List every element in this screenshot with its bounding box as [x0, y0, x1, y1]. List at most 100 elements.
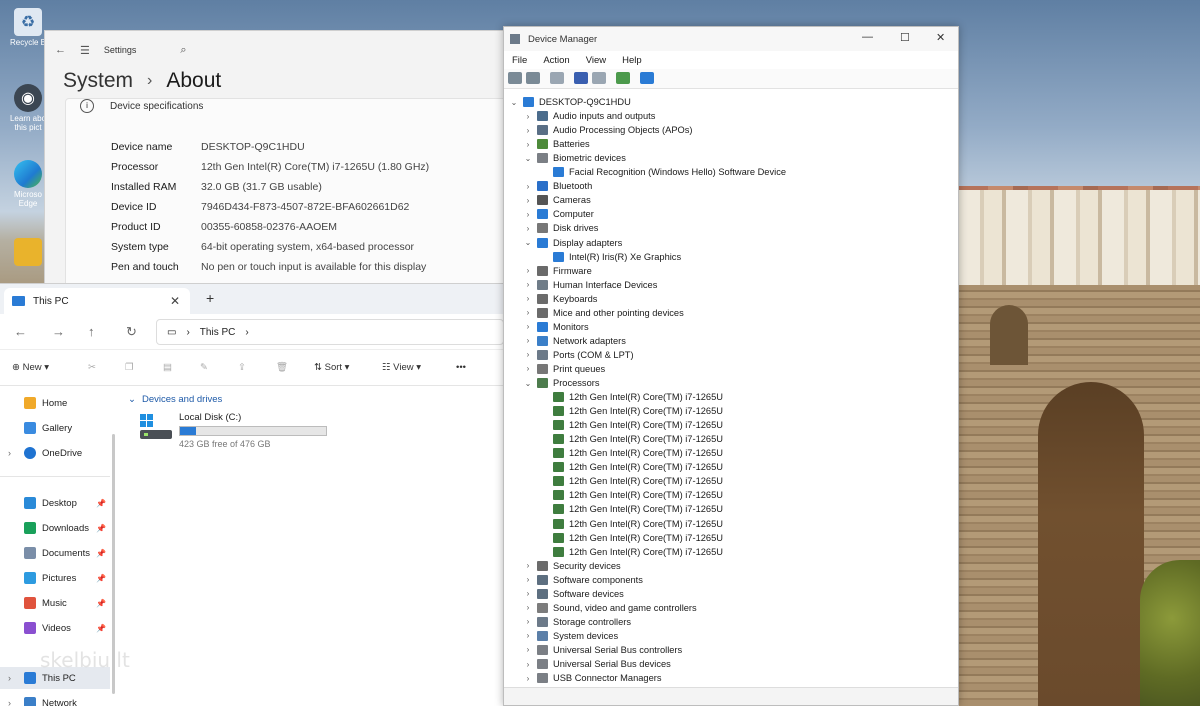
- tree-category[interactable]: › USB Connector Managers: [524, 671, 662, 685]
- chevron-right-icon[interactable]: ›: [524, 561, 532, 570]
- tree-category[interactable]: › Universal Serial Bus devices: [524, 657, 671, 671]
- chevron-right-icon[interactable]: ›: [524, 645, 532, 654]
- tab-this-pc[interactable]: This PC ✕: [4, 288, 190, 314]
- chevron-right-icon[interactable]: ›: [524, 336, 532, 345]
- chevron-right-icon[interactable]: ›: [524, 182, 532, 191]
- nav-item-desktop[interactable]: Desktop 📌: [0, 492, 110, 514]
- tree-category[interactable]: › Monitors: [524, 320, 589, 334]
- breadcrumb-parent[interactable]: System: [63, 69, 133, 93]
- chevron-right-icon[interactable]: ›: [8, 673, 11, 683]
- tree-category[interactable]: › Audio inputs and outputs: [524, 109, 655, 123]
- pin-icon[interactable]: 📌: [96, 524, 106, 533]
- tree-device[interactable]: 12th Gen Intel(R) Core(TM) i7-1265U: [540, 418, 723, 432]
- tree-device[interactable]: 12th Gen Intel(R) Core(TM) i7-1265U: [540, 446, 723, 460]
- tree-device[interactable]: 12th Gen Intel(R) Core(TM) i7-1265U: [540, 502, 723, 516]
- tree-root[interactable]: ⌄ DESKTOP-Q9C1HDU: [510, 95, 631, 109]
- menu-help[interactable]: Help: [614, 55, 650, 66]
- chevron-right-icon[interactable]: ›: [524, 575, 532, 584]
- delete-icon[interactable]: 🗑: [276, 362, 288, 373]
- tree-category[interactable]: › Human Interface Devices: [524, 278, 657, 292]
- address-bar[interactable]: ▭ › This PC ›: [156, 319, 504, 345]
- tree-category[interactable]: › Computer: [524, 207, 594, 221]
- minimize-icon[interactable]: —: [862, 31, 873, 43]
- tree-device[interactable]: 12th Gen Intel(R) Core(TM) i7-1265U: [540, 390, 723, 404]
- up-arrow-icon[interactable]: ↑: [88, 324, 95, 339]
- tree-device[interactable]: Intel(R) Iris(R) Xe Graphics: [540, 250, 681, 264]
- tree-category[interactable]: › Disk drives: [524, 221, 598, 235]
- chevron-right-icon[interactable]: ›: [524, 603, 532, 612]
- tree-device[interactable]: 12th Gen Intel(R) Core(TM) i7-1265U: [540, 517, 723, 531]
- chevron-right-icon[interactable]: ›: [524, 126, 532, 135]
- chevron-right-icon[interactable]: ›: [524, 196, 532, 205]
- scan-hardware-icon[interactable]: [616, 72, 630, 84]
- chevron-right-icon[interactable]: ›: [8, 698, 11, 706]
- nav-item-home[interactable]: Home: [0, 392, 110, 414]
- back-arrow-icon[interactable]: ←: [14, 324, 27, 339]
- chevron-down-icon[interactable]: ⌄: [524, 238, 532, 247]
- search-icon[interactable]: ⌕: [180, 44, 186, 57]
- tree-category[interactable]: › Storage controllers: [524, 615, 631, 629]
- tree-category[interactable]: › Software components: [524, 573, 643, 587]
- paste-icon[interactable]: ▤: [163, 362, 172, 373]
- chevron-down-icon[interactable]: ⌄: [524, 379, 532, 388]
- chevron-right-icon[interactable]: ›: [524, 589, 532, 598]
- menu-action[interactable]: Action: [535, 55, 577, 66]
- chevron-right-icon[interactable]: ›: [524, 617, 532, 626]
- chevron-right-icon[interactable]: ›: [524, 364, 532, 373]
- copy-icon[interactable]: ❐: [125, 362, 134, 373]
- pin-icon[interactable]: 📌: [96, 499, 106, 508]
- new-tab-icon[interactable]: +: [206, 290, 214, 306]
- tree-category[interactable]: › Batteries: [524, 137, 590, 151]
- tree-device[interactable]: 12th Gen Intel(R) Core(TM) i7-1265U: [540, 432, 723, 446]
- close-icon[interactable]: ✕: [936, 31, 945, 44]
- chevron-right-icon[interactable]: ›: [524, 322, 532, 331]
- nav-item-music[interactable]: Music 📌: [0, 592, 110, 614]
- nav-item-network[interactable]: › Network: [0, 692, 110, 706]
- sort-button[interactable]: ⇅ Sort ▾: [314, 362, 349, 373]
- tree-category[interactable]: › Print queues: [524, 362, 605, 376]
- nav-item-pictures[interactable]: Pictures 📌: [0, 567, 110, 589]
- menu-view[interactable]: View: [578, 55, 614, 66]
- nav-item-gallery[interactable]: Gallery: [0, 417, 110, 439]
- tree-category[interactable]: › System devices: [524, 629, 618, 643]
- tree-category[interactable]: ⌄ Display adapters: [524, 236, 622, 250]
- tree-category[interactable]: › Network adapters: [524, 334, 626, 348]
- tree-category[interactable]: › Firmware: [524, 264, 592, 278]
- cut-icon[interactable]: ✂: [88, 362, 96, 373]
- new-button[interactable]: ⊕ New ▾: [12, 362, 49, 373]
- chevron-right-icon[interactable]: ›: [524, 631, 532, 640]
- chevron-right-icon[interactable]: ›: [524, 140, 532, 149]
- back-arrow-icon[interactable]: ←: [55, 44, 66, 56]
- tree-category[interactable]: › Security devices: [524, 559, 621, 573]
- chevron-right-icon[interactable]: ›: [524, 112, 532, 121]
- nav-item-onedrive[interactable]: › OneDrive: [0, 442, 110, 464]
- tree-device[interactable]: 12th Gen Intel(R) Core(TM) i7-1265U: [540, 474, 723, 488]
- chevron-right-icon[interactable]: ›: [524, 210, 532, 219]
- tree-category[interactable]: › Cameras: [524, 193, 591, 207]
- hamburger-menu-icon[interactable]: ☰: [80, 44, 90, 57]
- back-arrow-icon[interactable]: [508, 72, 522, 84]
- chevron-right-icon[interactable]: ›: [524, 294, 532, 303]
- view-button[interactable]: ☷ View ▾: [382, 362, 421, 373]
- tree-device[interactable]: 12th Gen Intel(R) Core(TM) i7-1265U: [540, 404, 723, 418]
- tree-device[interactable]: 12th Gen Intel(R) Core(TM) i7-1265U: [540, 531, 723, 545]
- monitor-icon[interactable]: [640, 72, 654, 84]
- help-icon[interactable]: [574, 72, 588, 84]
- maximize-icon[interactable]: ☐: [900, 31, 910, 44]
- nav-item-videos[interactable]: Videos 📌: [0, 617, 110, 639]
- tree-device[interactable]: 12th Gen Intel(R) Core(TM) i7-1265U: [540, 488, 723, 502]
- tree-category[interactable]: ⌄ Processors: [524, 376, 600, 390]
- pin-icon[interactable]: 📌: [96, 574, 106, 583]
- chevron-down-icon[interactable]: ⌄: [524, 154, 532, 163]
- tree-category[interactable]: › Keyboards: [524, 292, 597, 306]
- drive-c[interactable]: [138, 412, 174, 442]
- properties-icon[interactable]: [550, 72, 564, 84]
- share-icon[interactable]: ⇪: [238, 362, 246, 373]
- tree-category[interactable]: › Ports (COM & LPT): [524, 348, 634, 362]
- tree-category[interactable]: › Audio Processing Objects (APOs): [524, 123, 693, 137]
- drive-name[interactable]: Local Disk (C:): [179, 412, 241, 423]
- chevron-right-icon[interactable]: ›: [524, 674, 532, 683]
- forward-arrow-icon[interactable]: [526, 72, 540, 84]
- chevron-right-icon[interactable]: ›: [524, 266, 532, 275]
- tree-category[interactable]: ⌄ Biometric devices: [524, 151, 626, 165]
